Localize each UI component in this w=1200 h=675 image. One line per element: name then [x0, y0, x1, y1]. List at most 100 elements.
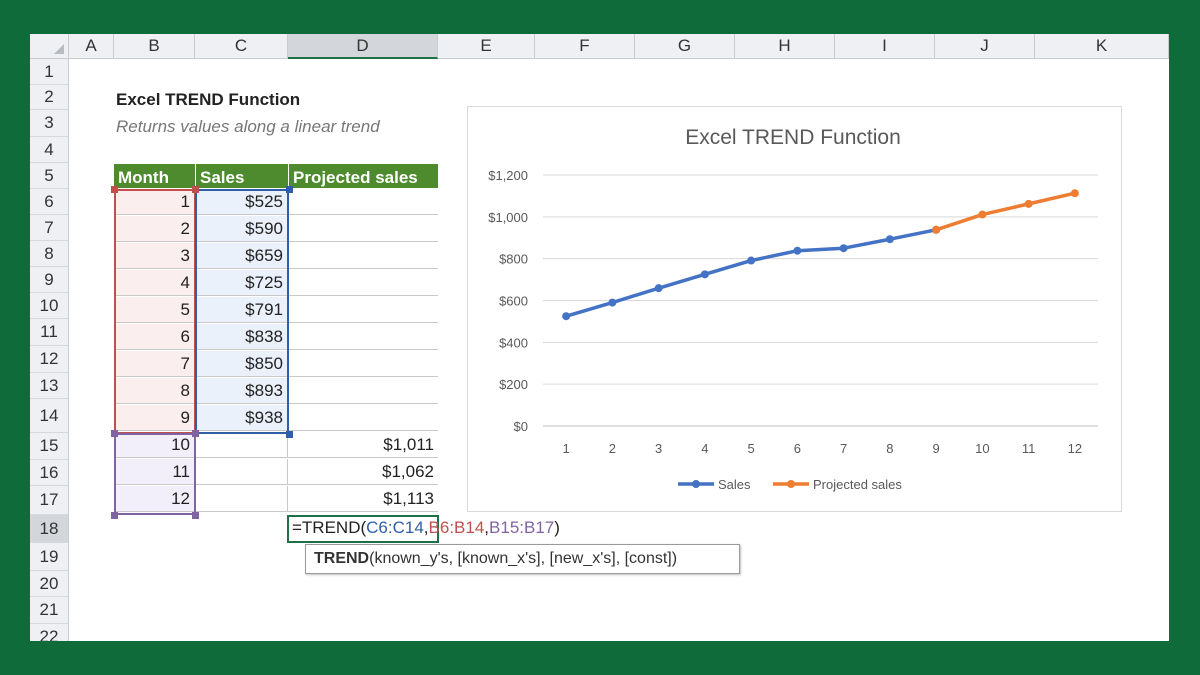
series-line-projected[interactable]: [935, 191, 1076, 232]
projected-sales-cell[interactable]: [288, 351, 438, 377]
range-handle[interactable]: [192, 430, 199, 437]
header-sales[interactable]: Sales: [196, 164, 288, 188]
data-point-projected[interactable]: [1070, 189, 1079, 198]
projected-sales-cell[interactable]: $1,011: [288, 432, 438, 458]
projected-sales-cell[interactable]: [288, 297, 438, 323]
column-header-e[interactable]: E: [438, 34, 535, 59]
row-header-1[interactable]: 1: [30, 59, 69, 85]
month-cell[interactable]: 3: [114, 243, 195, 269]
sales-cell[interactable]: $590: [195, 216, 288, 242]
sales-cell[interactable]: $850: [195, 351, 288, 377]
sales-cell[interactable]: [195, 486, 288, 512]
sales-cell[interactable]: $938: [195, 405, 288, 431]
projected-sales-cell[interactable]: [288, 405, 438, 431]
projected-sales-cell[interactable]: [288, 324, 438, 350]
range-handle[interactable]: [286, 431, 293, 438]
month-cell[interactable]: 5: [114, 297, 195, 323]
row-header-12[interactable]: 12: [30, 346, 69, 373]
cell-formula[interactable]: =TREND(C6:C14,B6:B14,B15:B17): [292, 518, 560, 538]
data-point-sales[interactable]: [700, 270, 709, 279]
month-cell[interactable]: 6: [114, 324, 195, 350]
column-header-g[interactable]: G: [635, 34, 735, 59]
sales-cell[interactable]: $893: [195, 378, 288, 404]
sales-cell[interactable]: $838: [195, 324, 288, 350]
month-cell[interactable]: 2: [114, 216, 195, 242]
header-month[interactable]: Month: [114, 164, 195, 188]
select-all-corner[interactable]: [30, 34, 69, 59]
data-point-sales[interactable]: [793, 246, 802, 255]
projected-sales-cell[interactable]: $1,113: [288, 486, 438, 512]
row-header-8[interactable]: 8: [30, 241, 69, 267]
projected-sales-cell[interactable]: [288, 378, 438, 404]
row-header-13[interactable]: 13: [30, 373, 69, 399]
data-point-sales[interactable]: [608, 298, 617, 307]
row-header-3[interactable]: 3: [30, 110, 69, 137]
header-projected-sales[interactable]: Projected sales: [289, 164, 438, 188]
sales-cell[interactable]: $525: [195, 189, 288, 215]
row-header-6[interactable]: 6: [30, 189, 69, 215]
row-header-18[interactable]: 18: [30, 515, 69, 543]
projected-sales-cell[interactable]: $1,062: [288, 459, 438, 485]
row-header-10[interactable]: 10: [30, 293, 69, 319]
row-header-21[interactable]: 21: [30, 597, 69, 624]
month-cell[interactable]: 12: [114, 486, 195, 512]
sales-cell[interactable]: $659: [195, 243, 288, 269]
data-point-sales[interactable]: [562, 312, 571, 321]
line-chart[interactable]: Excel TREND Function $0 $200 $400 $600 $800 $1…: [467, 106, 1122, 512]
data-point-projected[interactable]: [978, 210, 987, 219]
column-header-k[interactable]: K: [1035, 34, 1169, 59]
row-header-2[interactable]: 2: [30, 85, 69, 110]
row-header-4[interactable]: 4: [30, 137, 69, 163]
column-header-c[interactable]: C: [195, 34, 288, 59]
data-point-projected[interactable]: [932, 225, 941, 234]
column-header-b[interactable]: B: [114, 34, 195, 59]
row-header-17[interactable]: 17: [30, 486, 69, 515]
spreadsheet-grid[interactable]: ABCDEFGHIJK 1 2 3 4 5 6 7 8 9 10 11 12 13 14 15 16 17 18 1…: [30, 34, 1169, 641]
column-header-a[interactable]: A: [69, 34, 114, 59]
sales-cell[interactable]: [195, 459, 288, 485]
range-handle[interactable]: [111, 430, 118, 437]
column-header-i[interactable]: I: [835, 34, 935, 59]
row-header-22[interactable]: 22: [30, 624, 69, 641]
month-cell[interactable]: 9: [114, 405, 195, 431]
range-handle[interactable]: [286, 186, 293, 193]
month-cell[interactable]: 11: [114, 459, 195, 485]
series-line-sales[interactable]: [565, 228, 937, 318]
month-cell[interactable]: 8: [114, 378, 195, 404]
row-header-9[interactable]: 9: [30, 267, 69, 293]
range-handle[interactable]: [192, 186, 199, 193]
row-header-20[interactable]: 20: [30, 571, 69, 597]
data-point-sales[interactable]: [654, 284, 663, 293]
data-point-projected[interactable]: [1024, 199, 1033, 208]
projected-sales-cell[interactable]: [288, 216, 438, 242]
month-cell[interactable]: 10: [114, 432, 195, 458]
sales-cell[interactable]: $725: [195, 270, 288, 296]
projected-sales-cell[interactable]: [288, 243, 438, 269]
row-header-5[interactable]: 5: [30, 163, 69, 189]
column-header-f[interactable]: F: [535, 34, 635, 59]
month-cell[interactable]: 7: [114, 351, 195, 377]
column-header-d[interactable]: D: [288, 34, 438, 59]
sales-cell[interactable]: $791: [195, 297, 288, 323]
projected-sales-cell[interactable]: [288, 189, 438, 215]
row-header-16[interactable]: 16: [30, 460, 69, 486]
sales-cell[interactable]: [195, 432, 288, 458]
projected-sales-cell[interactable]: [288, 270, 438, 296]
sheet-title: Excel TREND Function: [116, 90, 301, 109]
column-header-h[interactable]: H: [735, 34, 835, 59]
row-header-19[interactable]: 19: [30, 543, 69, 571]
range-handle[interactable]: [111, 512, 118, 519]
row-header-15[interactable]: 15: [30, 433, 69, 460]
data-point-sales[interactable]: [839, 244, 848, 253]
range-handle[interactable]: [111, 186, 118, 193]
data-point-sales[interactable]: [885, 235, 894, 244]
row-header-7[interactable]: 7: [30, 215, 69, 241]
row-header-14[interactable]: 14: [30, 399, 69, 433]
data-point-sales[interactable]: [747, 256, 756, 265]
month-cell[interactable]: 1: [114, 189, 195, 215]
month-cell[interactable]: 4: [114, 270, 195, 296]
row-header-11[interactable]: 11: [30, 319, 69, 346]
range-handle[interactable]: [192, 512, 199, 519]
tooltip-function-name[interactable]: TREND: [314, 550, 369, 567]
column-header-j[interactable]: J: [935, 34, 1035, 59]
